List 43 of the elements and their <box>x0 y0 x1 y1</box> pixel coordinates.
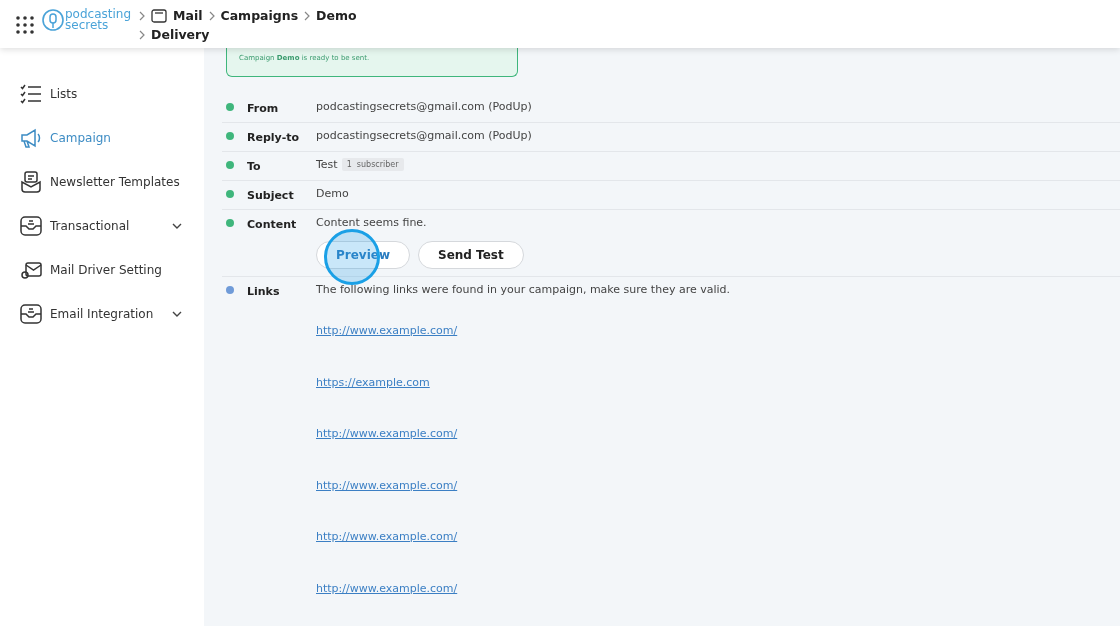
field-value: Demo <box>316 187 349 200</box>
megaphone-icon <box>20 127 42 149</box>
breadcrumb-link[interactable]: Delivery <box>151 27 210 42</box>
link[interactable]: https://example.com <box>316 375 731 389</box>
sidebar-item[interactable]: Transactional <box>0 204 204 248</box>
microphone-logo-icon <box>42 9 64 31</box>
field-label: Content <box>247 218 298 231</box>
field-label: Links <box>247 285 281 298</box>
subscriber-count-badge: 1 subscriber <box>341 158 404 171</box>
field-value: podcastingsecrets@gmail.com (PodUp) <box>316 100 532 113</box>
sidebar-item[interactable]: Email Integration <box>0 292 204 336</box>
sidebar-item[interactable]: Lists <box>0 72 204 116</box>
field-label: Subject <box>247 189 295 202</box>
chevron-icon <box>139 29 146 40</box>
template-icon <box>20 171 42 193</box>
app-grid-icon[interactable] <box>16 16 34 34</box>
link[interactable]: http://www.example.com/ <box>316 581 731 595</box>
link[interactable]: http://www.example.com/ <box>316 324 731 337</box>
logo-text: secrets <box>65 20 109 31</box>
sidebar-item[interactable]: Newsletter Templates <box>0 160 204 204</box>
breadcrumb-link[interactable]: Mail <box>173 8 203 23</box>
link[interactable]: http://www.example.com/ <box>316 427 731 440</box>
field-value: Content seems fine. <box>316 216 427 229</box>
link[interactable]: http://www.example.com/ <box>316 478 731 492</box>
sidebar-item[interactable]: Mail Driver Setting <box>0 248 204 292</box>
chevron-icon <box>208 10 215 21</box>
field-value: The following links were found in your campaign, make sure they are valid. <box>316 283 731 296</box>
checklist-icon <box>20 83 42 105</box>
chevron-icon <box>304 10 311 21</box>
field-label: From <box>247 102 280 115</box>
field-value: podcastingsecrets@gmail.com (PodUp) <box>316 129 532 142</box>
logo-text: podcasting <box>65 9 132 20</box>
field-label: To <box>247 160 262 173</box>
inbox-icon <box>20 303 42 325</box>
breadcrumb-link[interactable]: Campaigns <box>220 8 299 23</box>
field-label: Reply-to <box>247 131 301 144</box>
link[interactable]: http://www.example.com/ <box>316 530 731 543</box>
inbox-icon <box>20 215 42 237</box>
action-button[interactable]: Send Test <box>418 241 524 269</box>
chevron-icon <box>139 10 146 21</box>
field-value: Test <box>316 158 338 171</box>
sidebar-item[interactable]: Campaign <box>0 116 204 160</box>
breadcrumb-link[interactable]: Demo <box>316 8 357 23</box>
